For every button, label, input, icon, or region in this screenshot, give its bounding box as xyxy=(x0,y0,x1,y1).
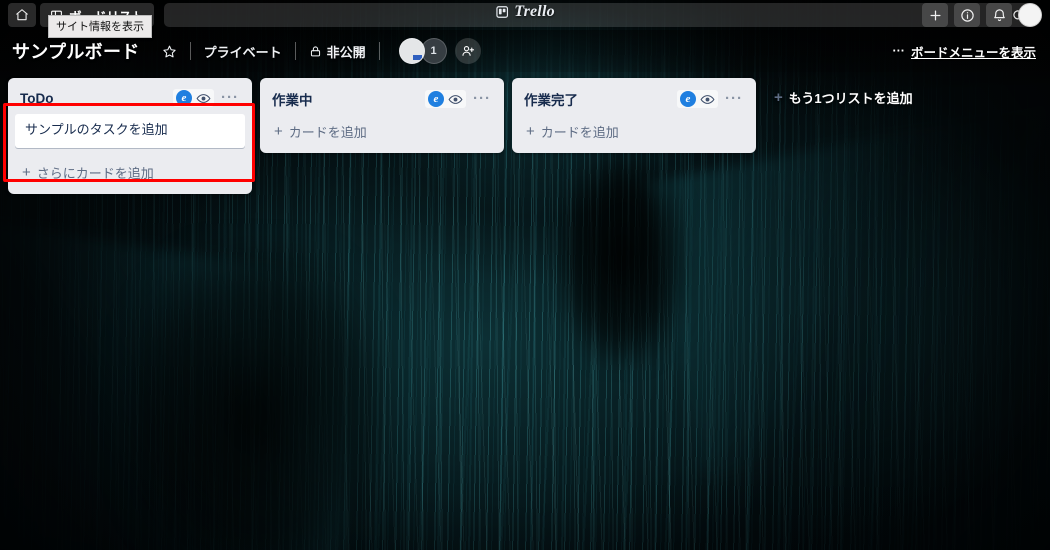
list-actions: e ··· xyxy=(173,89,242,107)
list-header: 作業中 e ··· xyxy=(266,84,498,115)
board-visibility-label: 非公開 xyxy=(326,44,366,60)
list-in-progress[interactable]: 作業中 e ··· + カードを追加 xyxy=(260,78,504,153)
add-card-label: カードを追加 xyxy=(288,125,367,140)
more-menu-icon[interactable]: ··· xyxy=(218,90,242,105)
person-add-icon[interactable] xyxy=(454,38,481,64)
plus-icon: + xyxy=(274,123,283,140)
list-title[interactable]: 作業中 xyxy=(272,89,419,109)
workspace-visibility-label: プライベート xyxy=(203,44,282,60)
site-info-tooltip: サイト情報を表示 xyxy=(48,15,152,38)
list-powerup-group: e xyxy=(425,90,466,108)
evernote-powerup-icon[interactable]: e xyxy=(680,91,696,107)
board-lists-container: ToDo e ··· サンプルのタスクを追加 + さらにカードを追加 作業中 e… xyxy=(0,72,1050,550)
avatar[interactable] xyxy=(398,38,425,64)
add-another-list-button[interactable]: + もう1つリストを追加 xyxy=(764,80,923,115)
card[interactable]: サンプルのタスクを追加 xyxy=(15,114,245,148)
plus-icon[interactable] xyxy=(922,3,948,27)
board-title: サンプルボード xyxy=(12,42,140,62)
add-card-label: カードを追加 xyxy=(540,125,619,140)
address-search-input[interactable] xyxy=(164,3,1036,27)
add-list-label: もう1つリストを追加 xyxy=(788,91,913,106)
workspace-visibility-button[interactable]: プライベート xyxy=(196,37,290,65)
header-divider-2 xyxy=(294,42,296,60)
trello-board-page: ボードリスト Trello xyxy=(0,0,1050,550)
list-title[interactable]: 作業完了 xyxy=(524,89,671,109)
list-header: 作業完了 e ··· xyxy=(518,84,750,115)
info-circle-icon[interactable] xyxy=(954,3,980,27)
board-members: 1 xyxy=(398,38,481,64)
plus-icon: + xyxy=(526,123,535,140)
more-menu-icon: ··· xyxy=(892,44,905,58)
list-header: ToDo e ··· xyxy=(14,84,246,113)
header-divider-3 xyxy=(378,42,380,60)
plus-icon: + xyxy=(22,163,31,181)
star-icon[interactable] xyxy=(154,37,185,65)
lock-icon xyxy=(309,45,322,58)
bell-icon[interactable] xyxy=(986,3,1012,27)
browser-right-actions xyxy=(922,3,1042,27)
evernote-powerup-icon[interactable]: e xyxy=(428,91,444,107)
add-card-button[interactable]: + カードを追加 xyxy=(518,115,750,149)
list-todo[interactable]: ToDo e ··· サンプルのタスクを追加 + さらにカードを追加 xyxy=(8,78,252,194)
eye-icon[interactable] xyxy=(448,92,463,107)
board-visibility-button[interactable]: 非公開 xyxy=(301,37,374,65)
list-actions: e ··· xyxy=(425,90,494,108)
list-actions: e ··· xyxy=(677,90,746,108)
add-card-button[interactable]: + さらにカードを追加 xyxy=(14,156,246,190)
add-card-button[interactable]: + カードを追加 xyxy=(266,115,498,149)
home-icon[interactable] xyxy=(8,3,36,27)
list-powerup-group: e xyxy=(173,89,214,107)
more-menu-icon[interactable]: ··· xyxy=(470,91,494,106)
list-title[interactable]: ToDo xyxy=(20,91,167,106)
list-done[interactable]: 作業完了 e ··· + カードを追加 xyxy=(512,78,756,153)
list-powerup-group: e xyxy=(677,90,718,108)
evernote-powerup-icon[interactable]: e xyxy=(176,90,192,106)
add-card-label: さらにカードを追加 xyxy=(36,165,154,181)
plus-icon: + xyxy=(774,89,783,106)
board-menu-button[interactable]: ··· ボードメニューを表示 xyxy=(892,42,1038,61)
eye-icon[interactable] xyxy=(700,92,715,107)
avatar-icon[interactable] xyxy=(1018,3,1042,27)
board-header: サンプルボード プライベート 非公開 1 ··· ボードメニューを表示 xyxy=(0,30,1050,72)
eye-icon[interactable] xyxy=(196,91,211,106)
board-menu-label: ボードメニューを表示 xyxy=(910,45,1036,60)
header-divider-1 xyxy=(189,42,191,60)
browser-toolbar: ボードリスト Trello xyxy=(0,0,1050,30)
more-menu-icon[interactable]: ··· xyxy=(722,91,746,106)
